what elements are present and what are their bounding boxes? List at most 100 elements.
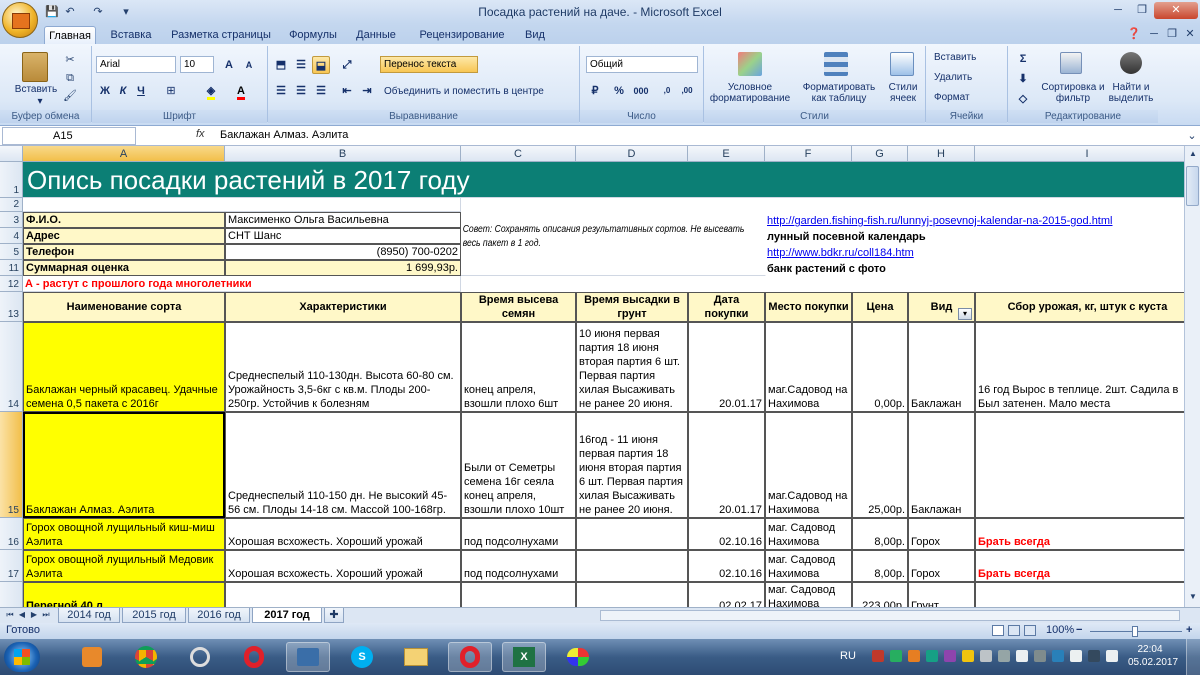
format-as-table-button[interactable]: Форматировать как таблицу xyxy=(800,82,878,104)
table-cell-planting[interactable] xyxy=(576,582,688,607)
decrease-decimal-icon[interactable]: ,00 xyxy=(678,82,696,100)
horizontal-scrollbar[interactable] xyxy=(600,610,1180,621)
total-score-label[interactable]: Суммарная оценка xyxy=(23,260,225,276)
paste-dropdown-icon[interactable]: ▾ xyxy=(30,96,50,107)
network-icon[interactable] xyxy=(980,650,992,662)
table-cell-price[interactable]: 25,00р. xyxy=(852,412,908,518)
phone-value[interactable]: (8950) 700-0202 xyxy=(225,244,461,260)
currency-icon[interactable]: ₽ xyxy=(586,82,604,100)
percent-icon[interactable]: % xyxy=(610,82,628,100)
speedtest-icon[interactable] xyxy=(178,642,222,672)
column-header-c[interactable]: C xyxy=(461,146,576,162)
table-cell-sowing[interactable]: конец апреля, взошли плохо 6шт xyxy=(461,322,576,412)
table-cell-harvest[interactable] xyxy=(975,582,1184,607)
table-cell-date[interactable]: 20.01.17 xyxy=(688,322,765,412)
row-header[interactable]: 1 xyxy=(0,162,23,198)
tab-insert[interactable]: Вставка xyxy=(104,26,158,44)
paint-icon[interactable] xyxy=(556,642,600,672)
zoom-level[interactable]: 100% xyxy=(1046,624,1074,636)
insert-sheet-icon[interactable]: ✚ xyxy=(324,608,344,623)
clock[interactable]: 22:04 05.02.2017 xyxy=(1128,643,1178,669)
sheet-tab-2015[interactable]: 2015 год xyxy=(122,608,186,623)
tray-app-icon[interactable] xyxy=(908,650,920,662)
maximize-button[interactable]: ❐ xyxy=(1130,2,1154,19)
table-cell-date[interactable]: 02.02.17 xyxy=(688,582,765,607)
explorer-icon[interactable] xyxy=(394,642,438,672)
wrap-text-button[interactable]: Перенос текста xyxy=(380,56,478,73)
table-cell-variety[interactable]: Горох овощной лущильный Медовик Аэлита xyxy=(23,550,225,582)
table-cell-sowing[interactable]: под подсолнухами xyxy=(461,550,576,582)
fill-color-icon[interactable]: ◈ xyxy=(202,82,220,100)
page-break-view-icon[interactable] xyxy=(1024,625,1036,636)
toolbox-icon[interactable] xyxy=(286,642,330,672)
table-cell-place[interactable]: маг. Садовод Нахимова xyxy=(765,582,852,607)
fio-value[interactable]: Максименко Ольга Васильевна xyxy=(225,212,461,228)
vertical-scrollbar[interactable]: ▲ ▼ xyxy=(1184,146,1200,607)
fill-icon[interactable]: ⬇ xyxy=(1014,70,1032,88)
row-header[interactable]: 5 xyxy=(0,244,23,260)
tab-formulas[interactable]: Формулы xyxy=(284,26,342,44)
skype-icon[interactable]: S xyxy=(340,642,384,672)
table-cell-kind[interactable]: Горох xyxy=(908,518,975,550)
perennials-note[interactable]: А - растут с прошлого года многолетники xyxy=(23,276,461,292)
battery-icon[interactable] xyxy=(998,650,1010,662)
align-middle-icon[interactable]: ☰ xyxy=(292,56,310,74)
header-characteristics[interactable]: Характеристики xyxy=(225,292,461,322)
increase-decimal-icon[interactable]: ,0 xyxy=(658,82,676,100)
clear-icon[interactable]: ◇ xyxy=(1014,90,1032,108)
flag-icon[interactable] xyxy=(1034,650,1046,662)
sheet-tab-2016[interactable]: 2016 год xyxy=(188,608,250,623)
phone-label[interactable]: Телефон xyxy=(23,244,225,260)
scroll-up-icon[interactable]: ▲ xyxy=(1185,146,1200,162)
address-value[interactable]: СНТ Шанс xyxy=(225,228,461,244)
table-cell-sowing[interactable]: под подсолнухами xyxy=(461,518,576,550)
plant-bank-link[interactable]: http://www.bdkr.ru/coll184.htm xyxy=(765,244,1065,260)
table-cell-planting[interactable] xyxy=(576,550,688,582)
language-indicator[interactable]: RU xyxy=(840,650,856,662)
column-header-f[interactable]: F xyxy=(765,146,852,162)
table-cell-place[interactable]: маг.Садовод на Нахимова xyxy=(765,322,852,412)
lunar-calendar-link[interactable]: http://garden.fishing-fish.ru/lunnyj-pos… xyxy=(765,212,1184,228)
table-cell-characteristics[interactable]: Хорошая всхожесть. Хороший урожай xyxy=(225,550,461,582)
scroll-down-icon[interactable]: ▼ xyxy=(1185,589,1200,605)
tab-home[interactable]: Главная xyxy=(44,26,96,44)
tray-app-icon[interactable] xyxy=(1088,650,1100,662)
plant-bank-label[interactable]: банк растений с фото xyxy=(765,260,1065,276)
table-cell-variety-selected[interactable]: Баклажан Алмаз. Аэлита xyxy=(23,412,225,518)
office-button[interactable] xyxy=(2,2,38,38)
find-select-button[interactable]: Найти и выделить xyxy=(1104,82,1158,104)
table-cell-harvest[interactable]: Брать всегда xyxy=(975,550,1184,582)
row-header[interactable]: 14 xyxy=(0,322,23,412)
header-price[interactable]: Цена xyxy=(852,292,908,322)
header-purchase-place[interactable]: Место покупки xyxy=(765,292,852,322)
table-cell-price[interactable]: 8,00р. xyxy=(852,550,908,582)
header-purchase-date[interactable]: Дата покупки xyxy=(688,292,765,322)
table-cell-variety[interactable]: Перегной 40 л xyxy=(23,582,225,607)
cell-styles-button[interactable]: Стили ячеек xyxy=(880,82,926,104)
tray-app-icon[interactable] xyxy=(1106,650,1118,662)
row-header[interactable]: 16 xyxy=(0,518,23,550)
excel-taskbar-icon[interactable]: X xyxy=(502,642,546,672)
table-cell-characteristics[interactable]: Среднеспелый 110-130дн. Высота 60-80 см.… xyxy=(225,322,461,412)
align-top-icon[interactable]: ⬒ xyxy=(272,56,290,74)
column-header-e[interactable]: E xyxy=(688,146,765,162)
table-cell-kind[interactable]: Горох xyxy=(908,550,975,582)
volume-icon[interactable] xyxy=(1016,650,1028,662)
table-cell-harvest[interactable]: Брать всегда xyxy=(975,518,1184,550)
row-header[interactable]: 2 xyxy=(0,198,23,212)
table-cell-planting[interactable]: 16год - 11 июня первая партия 18 июня вт… xyxy=(576,412,688,518)
increase-indent-icon[interactable]: ⇥ xyxy=(358,82,376,100)
opera-window-icon[interactable] xyxy=(448,642,492,672)
column-header-h[interactable]: H xyxy=(908,146,975,162)
column-header-d[interactable]: D xyxy=(576,146,688,162)
row-header[interactable]: 17 xyxy=(0,550,23,582)
delete-cells-button[interactable]: Удалить xyxy=(934,72,1008,83)
zoom-in-icon[interactable]: + xyxy=(1186,624,1192,636)
table-cell-kind[interactable]: Грунт xyxy=(908,582,975,607)
column-header-i[interactable]: I xyxy=(975,146,1184,162)
ribbon-close-icon[interactable]: ✕ xyxy=(1182,26,1198,42)
row-header[interactable]: 15 xyxy=(0,412,23,518)
sheet-tab-2014[interactable]: 2014 год xyxy=(58,608,120,623)
bold-icon[interactable]: Ж xyxy=(96,82,114,100)
table-cell-characteristics[interactable]: Среднеспелый 110-150 дн. Не высокий 45-5… xyxy=(225,412,461,518)
